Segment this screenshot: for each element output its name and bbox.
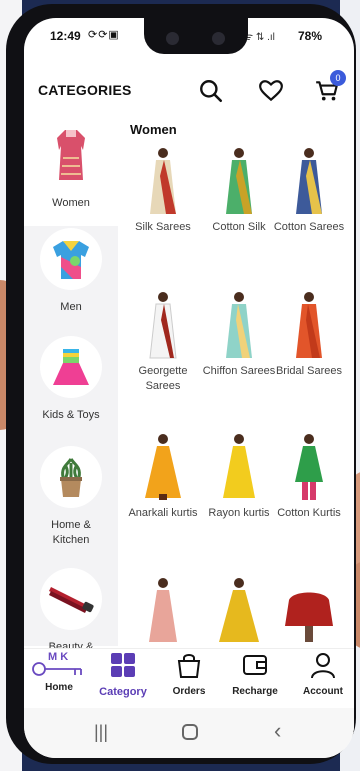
product-image (200, 574, 278, 646)
sidebar-item-women[interactable]: Women (24, 116, 118, 226)
page-title: CATEGORIES (38, 82, 132, 98)
product-label: Georgette Sarees (138, 365, 188, 392)
kurti-icon (40, 124, 102, 186)
nav-label: Account (303, 686, 343, 697)
status-time: 12:49 (50, 29, 81, 43)
product-image (270, 574, 348, 646)
tshirt-icon (40, 228, 102, 290)
sidebar-item-label: Home & Kitchen (51, 519, 91, 546)
product-georgette-sarees[interactable]: Georgette Sarees (124, 288, 202, 394)
product-cotton-kurtis[interactable]: Cotton Kurtis (270, 430, 348, 521)
camera-icon (212, 32, 225, 45)
product-cotton-silk[interactable]: Cotton Silk (200, 144, 278, 235)
product-silk-sarees[interactable]: Silk Sarees (124, 144, 202, 235)
grid-icon (111, 653, 135, 677)
product-bridal-sarees[interactable]: Bridal Sarees (270, 288, 348, 379)
screen: 12:49 ⟳⟳▣ ᯤ ⇅ .ıl 78% CATEGORIES 0 Women… (24, 18, 354, 758)
product-chiffon-sarees[interactable]: Chiffon Sarees (200, 288, 278, 379)
product-label: Bridal Sarees (275, 365, 343, 377)
product-rayon-kurtis[interactable]: Rayon kurtis (200, 430, 278, 521)
user-icon (311, 653, 335, 679)
product-item[interactable] (270, 574, 348, 646)
product-anarkali-kurtis[interactable]: Anarkali kurtis (124, 430, 202, 521)
product-label: Cotton Kurtis (277, 507, 341, 519)
product-label: Silk Sarees (135, 221, 191, 233)
category-sidebar: Women Men Kids & Toys Home & Kitchen Bea… (24, 116, 118, 653)
status-right-icons: ᯤ ⇅ .ıl (244, 32, 275, 43)
camera-notch (144, 18, 248, 54)
kids-dress-icon (40, 336, 102, 398)
product-image (200, 144, 278, 216)
search-icon[interactable] (198, 78, 224, 104)
nav-label: Home (45, 682, 73, 693)
nav-label: Recharge (232, 686, 278, 697)
product-image (270, 144, 348, 216)
system-nav-bar: ||| ‹ (24, 708, 354, 758)
product-image (124, 430, 202, 502)
product-cotton-sarees[interactable]: Cotton Sarees (270, 144, 348, 235)
back-icon[interactable]: ‹ (274, 718, 281, 744)
product-image (200, 288, 278, 360)
battery-level: 78% (298, 29, 323, 43)
product-image (124, 574, 202, 646)
home-icon[interactable] (180, 722, 200, 747)
phone-frame: 12:49 ⟳⟳▣ ᯤ ⇅ .ıl 78% CATEGORIES 0 Women… (6, 4, 356, 764)
product-label: Cotton Sarees (273, 221, 345, 233)
hair-straightener-icon (40, 568, 102, 630)
product-label: Rayon kurtis (208, 507, 270, 519)
nav-orders[interactable]: Orders (158, 651, 220, 697)
status-left-icons: ⟳⟳▣ (88, 29, 120, 41)
product-image (270, 430, 348, 502)
sidebar-item-men[interactable]: Men (24, 228, 118, 334)
sidebar-item-beauty[interactable]: Beauty & (24, 568, 118, 653)
nav-label: Category (99, 686, 147, 698)
camera-icon (166, 32, 179, 45)
nav-recharge[interactable]: Recharge (224, 651, 286, 697)
plant-pot-icon (40, 446, 102, 508)
heart-icon[interactable] (258, 78, 284, 104)
wallet-icon (243, 655, 267, 675)
product-item[interactable] (200, 574, 278, 646)
product-image (200, 430, 278, 502)
nav-home[interactable]: M K Home (28, 651, 90, 693)
product-image (270, 288, 348, 360)
product-item[interactable] (124, 574, 202, 646)
shopping-bag-icon (177, 654, 201, 678)
nav-category[interactable]: Category (92, 651, 154, 698)
sidebar-item-home-kitchen[interactable]: Home & Kitchen (24, 446, 118, 564)
section-title: Women (130, 122, 177, 137)
product-label: Anarkali kurtis (128, 507, 198, 519)
cart-count-badge: 0 (330, 70, 346, 86)
sidebar-item-kids-toys[interactable]: Kids & Toys (24, 336, 118, 444)
app-header: CATEGORIES (24, 68, 354, 108)
sidebar-item-label: Men (60, 301, 82, 313)
nav-account[interactable]: Account (292, 651, 354, 697)
product-label: Chiffon Sarees (202, 365, 276, 377)
product-image (124, 288, 202, 360)
product-label: Cotton Silk (212, 221, 266, 233)
logo-text: M K (48, 651, 69, 663)
sidebar-item-label: Kids & Toys (42, 409, 100, 421)
bottom-nav: M K Home Category Orders Recharge Accoun… (24, 648, 354, 701)
sidebar-item-label: Women (52, 197, 90, 209)
product-image (124, 144, 202, 216)
recent-apps-icon[interactable]: ||| (94, 722, 108, 743)
nav-label: Orders (172, 686, 206, 697)
